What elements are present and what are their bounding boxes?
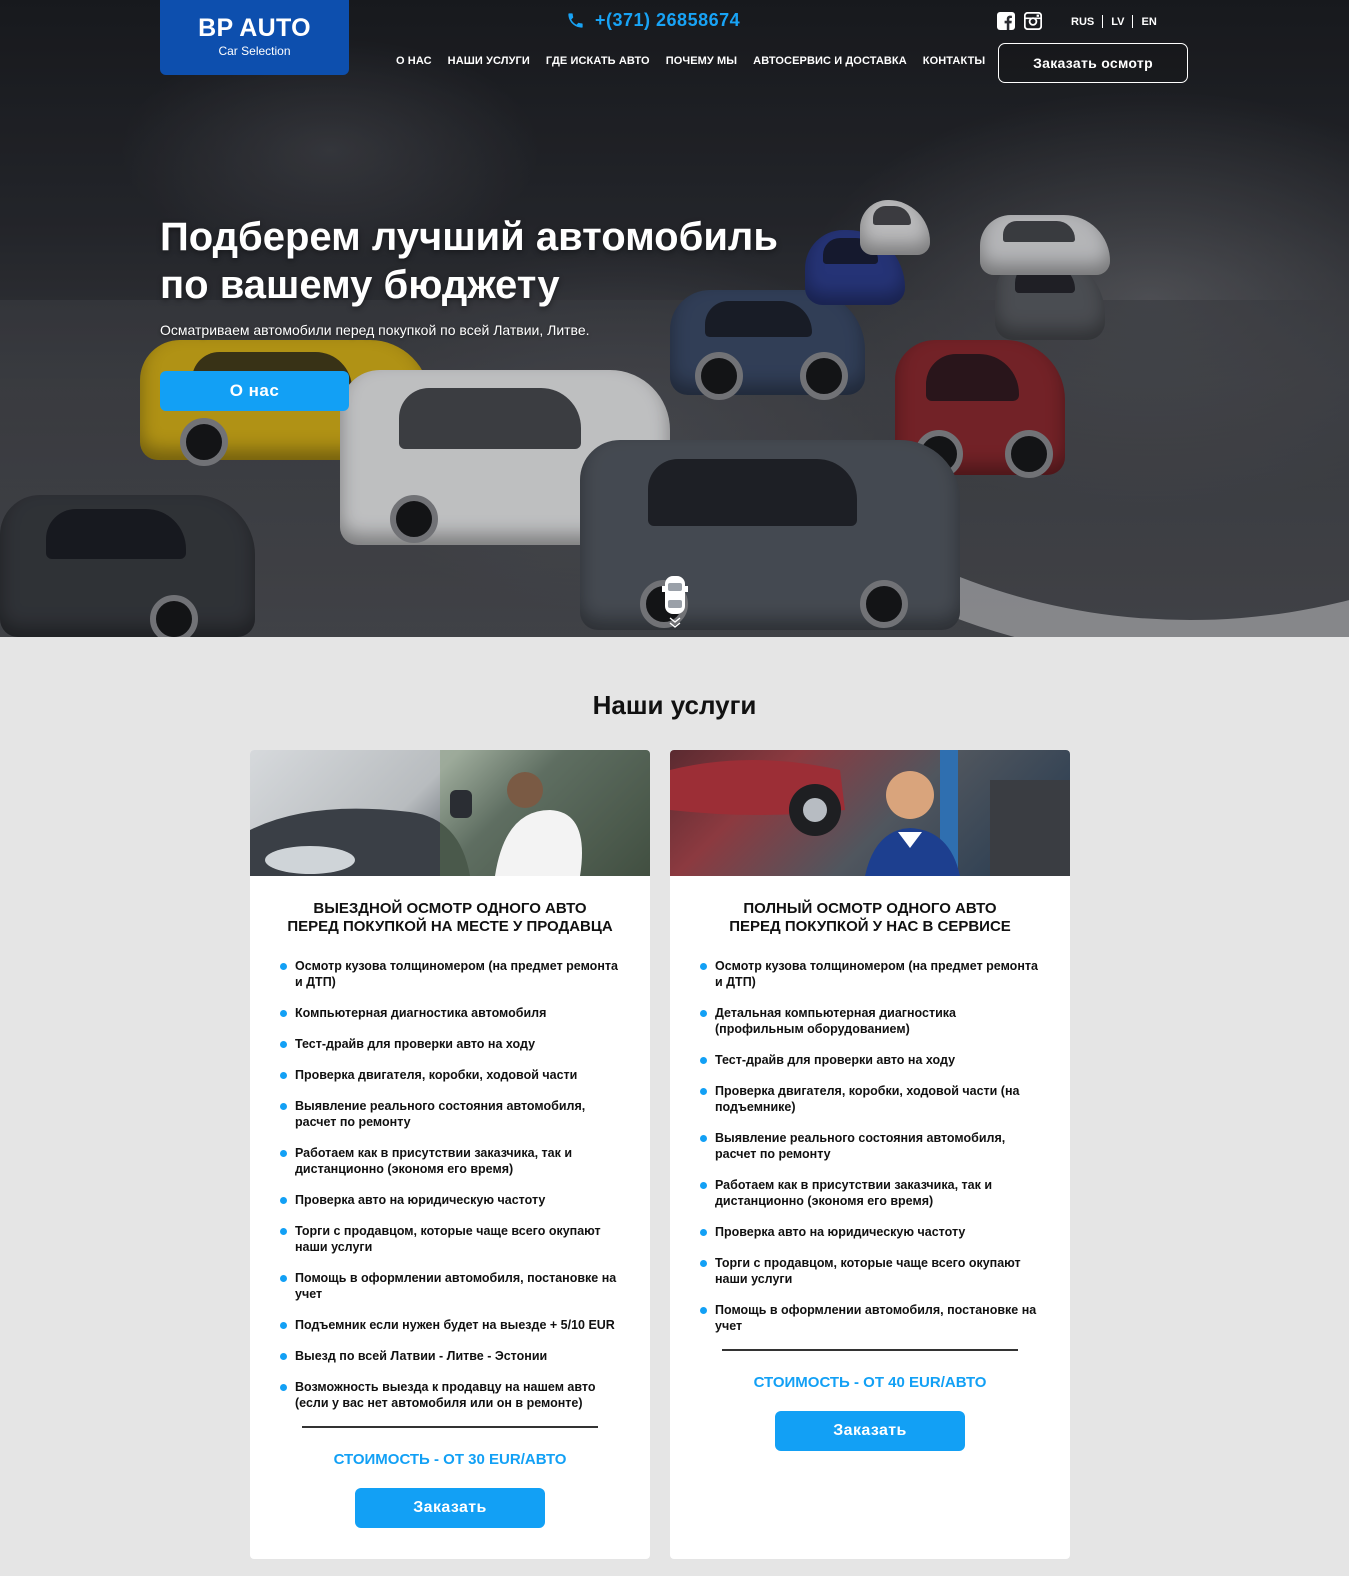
list-item: Проверка двигателя, коробки, ходовой час… — [280, 1067, 620, 1083]
order-button[interactable]: Заказать — [355, 1487, 545, 1528]
lang-lv[interactable]: LV — [1111, 16, 1124, 28]
list-item: Торги с продавцом, которые чаще всего ок… — [700, 1255, 1040, 1287]
service-features: Осмотр кузова толщиномером (на предмет р… — [280, 958, 620, 1411]
main-nav: О НАС НАШИ УСЛУГИ ГДЕ ИСКАТЬ АВТО ПОЧЕМУ… — [396, 55, 985, 67]
nav-contacts[interactable]: КОНТАКТЫ — [923, 55, 985, 67]
lang-rus[interactable]: RUS — [1071, 16, 1094, 28]
list-item: Торги с продавцом, которые чаще всего ок… — [280, 1223, 620, 1255]
scroll-down-car-icon[interactable] — [662, 576, 688, 628]
language-switcher: RUS LV EN — [1071, 15, 1157, 28]
service-heading-line1: ВЫЕЗДНОЙ ОСМОТР ОДНОГО АВТО — [313, 900, 587, 917]
logo[interactable]: BP AUTO Car Selection — [160, 0, 349, 75]
hero-title: Подберем лучший автомобиль по вашему бюд… — [160, 213, 860, 309]
phone-icon — [568, 13, 583, 28]
list-item: Работаем как в присутствии заказчика, та… — [280, 1145, 620, 1177]
order-inspection-button[interactable]: Заказать осмотр — [998, 43, 1188, 83]
service-card-onsite: ВЫЕЗДНОЙ ОСМОТР ОДНОГО АВТО ПЕРЕД ПОКУПК… — [250, 750, 650, 1559]
service-photo-inspection — [250, 750, 650, 876]
hero-title-line1: Подберем лучший автомобиль — [160, 215, 778, 259]
list-item: Детальная компьютерная диагностика (проф… — [700, 1005, 1040, 1037]
list-item: Осмотр кузова толщиномером (на предмет р… — [280, 958, 620, 990]
lang-divider — [1132, 15, 1134, 28]
instagram-icon[interactable] — [1023, 11, 1043, 31]
lang-divider — [1102, 15, 1104, 28]
facebook-icon[interactable] — [997, 12, 1015, 30]
nav-where-to-find[interactable]: ГДЕ ИСКАТЬ АВТО — [546, 55, 650, 67]
divider — [722, 1349, 1018, 1351]
lang-en[interactable]: EN — [1141, 16, 1156, 28]
hero-overlay — [0, 0, 1349, 637]
list-item: Компьютерная диагностика автомобиля — [280, 1005, 620, 1021]
list-item: Работаем как в присутствии заказчика, та… — [700, 1177, 1040, 1209]
hero-title-line2: по вашему бюджету — [160, 263, 560, 307]
list-item: Проверка авто на юридическую частоту — [280, 1192, 620, 1208]
nav-why-us[interactable]: ПОЧЕМУ МЫ — [666, 55, 737, 67]
list-item: Тест-драйв для проверки авто на ходу — [700, 1052, 1040, 1068]
service-price: СТОИМОСТЬ - ОТ 40 EUR/АВТО — [753, 1373, 987, 1391]
service-photo-mechanic — [670, 750, 1070, 876]
list-item: Помощь в оформлении автомобиля, постанов… — [280, 1270, 620, 1302]
service-heading-line1: ПОЛНЫЙ ОСМОТР ОДНОГО АВТО — [743, 900, 997, 917]
services-title: Наши услуги — [592, 690, 757, 720]
list-item: Выявление реального состояния автомобиля… — [280, 1098, 620, 1130]
nav-about[interactable]: О НАС — [396, 55, 432, 67]
list-item: Осмотр кузова толщиномером (на предмет р… — [700, 958, 1040, 990]
list-item: Выявление реального состояния автомобиля… — [700, 1130, 1040, 1162]
about-button[interactable]: О нас — [160, 371, 349, 411]
divider — [302, 1426, 598, 1428]
hero-section: BP AUTO Car Selection +(371) 26858674 RU… — [0, 0, 1349, 637]
list-item: Возможность выезда к продавцу на нашем а… — [280, 1379, 620, 1411]
list-item: Тест-драйв для проверки авто на ходу — [280, 1036, 620, 1052]
list-item: Выезд по всей Латвии - Литве - Эстонии — [280, 1348, 620, 1364]
list-item: Проверка авто на юридическую частоту — [700, 1224, 1040, 1240]
nav-services[interactable]: НАШИ УСЛУГИ — [448, 55, 530, 67]
list-item: Проверка двигателя, коробки, ходовой час… — [700, 1083, 1040, 1115]
list-item: Подъемник если нужен будет на выезде + 5… — [280, 1317, 620, 1333]
service-card-in-service: ПОЛНЫЙ ОСМОТР ОДНОГО АВТО ПЕРЕД ПОКУПКОЙ… — [670, 750, 1070, 1559]
logo-tagline: Car Selection — [218, 44, 291, 58]
hero-subtitle: Осматриваем автомобили перед покупкой по… — [160, 322, 590, 338]
phone-number: +(371) 26858674 — [595, 10, 741, 30]
service-price: СТОИМОСТЬ - ОТ 30 EUR/АВТО — [333, 1450, 567, 1468]
service-heading-line2: ПЕРЕД ПОКУПКОЙ У НАС В СЕРВИСЕ — [729, 918, 1011, 935]
service-features: Осмотр кузова толщиномером (на предмет р… — [700, 958, 1040, 1334]
nav-service-delivery[interactable]: АВТОСЕРВИС И ДОСТАВКА — [753, 55, 907, 67]
service-heading: ВЫЕЗДНОЙ ОСМОТР ОДНОГО АВТО ПЕРЕД ПОКУПК… — [250, 900, 650, 936]
service-heading: ПОЛНЫЙ ОСМОТР ОДНОГО АВТО ПЕРЕД ПОКУПКОЙ… — [670, 900, 1070, 936]
service-heading-line2: ПЕРЕД ПОКУПКОЙ НА МЕСТЕ У ПРОДАВЦА — [287, 918, 613, 935]
list-item: Помощь в оформлении автомобиля, постанов… — [700, 1302, 1040, 1334]
order-button[interactable]: Заказать — [775, 1410, 965, 1451]
social-links — [997, 11, 1043, 31]
logo-name: BP AUTO — [198, 14, 311, 42]
phone-link[interactable]: +(371) 26858674 — [566, 10, 740, 31]
